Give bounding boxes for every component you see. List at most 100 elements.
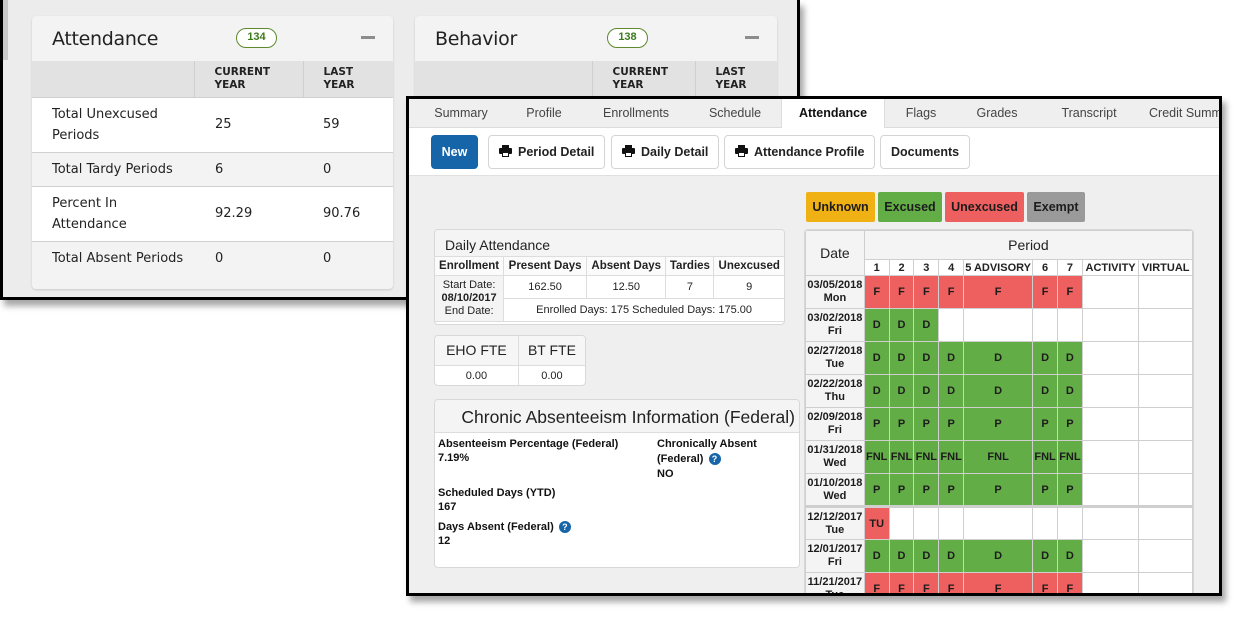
period-attendance-cell[interactable]: FNL <box>963 440 1034 474</box>
period-attendance-cell[interactable] <box>1138 341 1193 375</box>
period-attendance-cell[interactable]: D <box>863 308 890 342</box>
period-attendance-cell[interactable] <box>938 308 965 342</box>
period-attendance-cell[interactable]: P <box>963 473 1034 507</box>
period-attendance-cell[interactable]: F <box>938 572 965 593</box>
period-attendance-cell[interactable]: D <box>913 341 940 375</box>
period-attendance-cell[interactable]: FNL <box>1032 440 1058 474</box>
row-date[interactable]: 11/21/2017 Tue <box>805 572 865 593</box>
period-attendance-cell[interactable]: F <box>863 275 890 309</box>
period-attendance-cell[interactable] <box>938 505 965 540</box>
period-attendance-cell[interactable]: D <box>888 374 915 408</box>
tab-grades[interactable]: Grades <box>967 99 1027 128</box>
row-date[interactable]: 12/01/2017 Fri <box>805 539 865 573</box>
period-attendance-cell[interactable] <box>1081 572 1140 593</box>
period-detail-button[interactable]: Period Detail <box>488 135 606 169</box>
tab-enrollments[interactable]: Enrollments <box>591 99 681 128</box>
row-date[interactable]: 01/10/2018 Wed <box>805 473 865 507</box>
period-attendance-cell[interactable]: D <box>888 341 915 375</box>
tab-credit-summary[interactable]: Credit Summ <box>1149 99 1219 128</box>
period-attendance-cell[interactable]: D <box>913 374 940 408</box>
period-attendance-cell[interactable] <box>1138 308 1193 342</box>
period-attendance-cell[interactable]: D <box>913 308 940 342</box>
tab-summary[interactable]: Summary <box>421 99 501 128</box>
period-attendance-cell[interactable]: FNL <box>863 440 890 474</box>
period-attendance-cell[interactable] <box>913 505 940 540</box>
period-attendance-cell[interactable] <box>888 505 915 540</box>
documents-button[interactable]: Documents <box>880 135 971 169</box>
row-date[interactable]: 03/05/2018 Mon <box>805 275 865 309</box>
period-attendance-cell[interactable]: D <box>1032 374 1058 408</box>
period-attendance-cell[interactable]: D <box>888 539 915 573</box>
row-date[interactable]: 01/31/2018 Wed <box>805 440 865 474</box>
period-attendance-cell[interactable]: F <box>938 275 965 309</box>
period-attendance-cell[interactable]: F <box>863 572 890 593</box>
tab-profile[interactable]: Profile <box>509 99 579 128</box>
period-attendance-cell[interactable] <box>1138 440 1193 474</box>
period-attendance-cell[interactable] <box>963 308 1034 342</box>
period-attendance-cell[interactable] <box>1081 473 1140 507</box>
period-attendance-cell[interactable]: FNL <box>888 440 915 474</box>
period-attendance-cell[interactable]: P <box>938 473 965 507</box>
period-attendance-cell[interactable]: P <box>1056 407 1083 441</box>
period-attendance-cell[interactable] <box>1081 505 1140 540</box>
period-attendance-cell[interactable]: F <box>913 275 940 309</box>
period-attendance-cell[interactable]: D <box>863 341 890 375</box>
period-attendance-cell[interactable] <box>1138 374 1193 408</box>
period-attendance-cell[interactable]: F <box>1032 275 1058 309</box>
collapse-icon[interactable] <box>745 36 759 39</box>
period-attendance-cell[interactable] <box>1032 308 1058 342</box>
scrollbar[interactable] <box>3 0 8 60</box>
period-attendance-cell[interactable] <box>1138 275 1193 309</box>
collapse-icon[interactable] <box>361 36 375 39</box>
period-attendance-cell[interactable]: D <box>963 374 1034 408</box>
row-date[interactable]: 02/22/2018 Thu <box>805 374 865 408</box>
period-attendance-cell[interactable]: TU <box>863 505 890 540</box>
period-attendance-cell[interactable]: P <box>913 407 940 441</box>
help-icon[interactable]: ? <box>558 521 571 533</box>
period-attendance-cell[interactable]: D <box>938 539 965 573</box>
period-attendance-cell[interactable]: F <box>1032 572 1058 593</box>
period-attendance-cell[interactable] <box>1081 440 1140 474</box>
period-attendance-cell[interactable]: P <box>1032 473 1058 507</box>
period-attendance-cell[interactable]: F <box>1056 275 1083 309</box>
period-attendance-cell[interactable]: D <box>1032 341 1058 375</box>
period-attendance-cell[interactable]: D <box>938 341 965 375</box>
period-attendance-cell[interactable] <box>1056 308 1083 342</box>
daily-detail-button[interactable]: Daily Detail <box>611 135 720 169</box>
period-attendance-cell[interactable]: D <box>938 374 965 408</box>
period-attendance-cell[interactable]: P <box>863 473 890 507</box>
period-attendance-cell[interactable]: F <box>888 572 915 593</box>
tab-attendance[interactable]: Attendance <box>781 99 885 129</box>
period-attendance-cell[interactable] <box>1081 374 1140 408</box>
period-attendance-cell[interactable]: P <box>888 407 915 441</box>
period-attendance-cell[interactable] <box>1081 341 1140 375</box>
period-attendance-cell[interactable]: P <box>963 407 1034 441</box>
tab-transcript[interactable]: Transcript <box>1047 99 1131 128</box>
period-attendance-cell[interactable]: P <box>913 473 940 507</box>
period-attendance-cell[interactable]: F <box>913 572 940 593</box>
tab-schedule[interactable]: Schedule <box>695 99 775 128</box>
period-attendance-cell[interactable] <box>1081 407 1140 441</box>
period-attendance-cell[interactable] <box>1032 505 1058 540</box>
row-date[interactable]: 02/09/2018 Fri <box>805 407 865 441</box>
attendance-profile-button[interactable]: Attendance Profile <box>724 135 876 169</box>
period-attendance-cell[interactable]: D <box>1032 539 1058 573</box>
period-attendance-cell[interactable]: F <box>963 275 1034 309</box>
period-attendance-cell[interactable] <box>1138 539 1193 573</box>
period-attendance-cell[interactable]: P <box>863 407 890 441</box>
period-attendance-cell[interactable]: P <box>1032 407 1058 441</box>
period-attendance-cell[interactable]: P <box>938 407 965 441</box>
period-attendance-cell[interactable]: D <box>1056 341 1083 375</box>
period-attendance-cell[interactable]: D <box>863 539 890 573</box>
period-attendance-cell[interactable] <box>1138 572 1193 593</box>
period-attendance-cell[interactable]: FNL <box>913 440 940 474</box>
period-attendance-cell[interactable] <box>963 505 1034 540</box>
period-attendance-cell[interactable] <box>1081 539 1140 573</box>
period-attendance-cell[interactable]: F <box>1056 572 1083 593</box>
period-attendance-cell[interactable]: D <box>1056 374 1083 408</box>
period-attendance-cell[interactable]: D <box>863 374 890 408</box>
period-attendance-cell[interactable] <box>1138 505 1193 540</box>
period-attendance-cell[interactable]: F <box>888 275 915 309</box>
period-attendance-cell[interactable]: F <box>963 572 1034 593</box>
period-attendance-cell[interactable]: FNL <box>938 440 965 474</box>
